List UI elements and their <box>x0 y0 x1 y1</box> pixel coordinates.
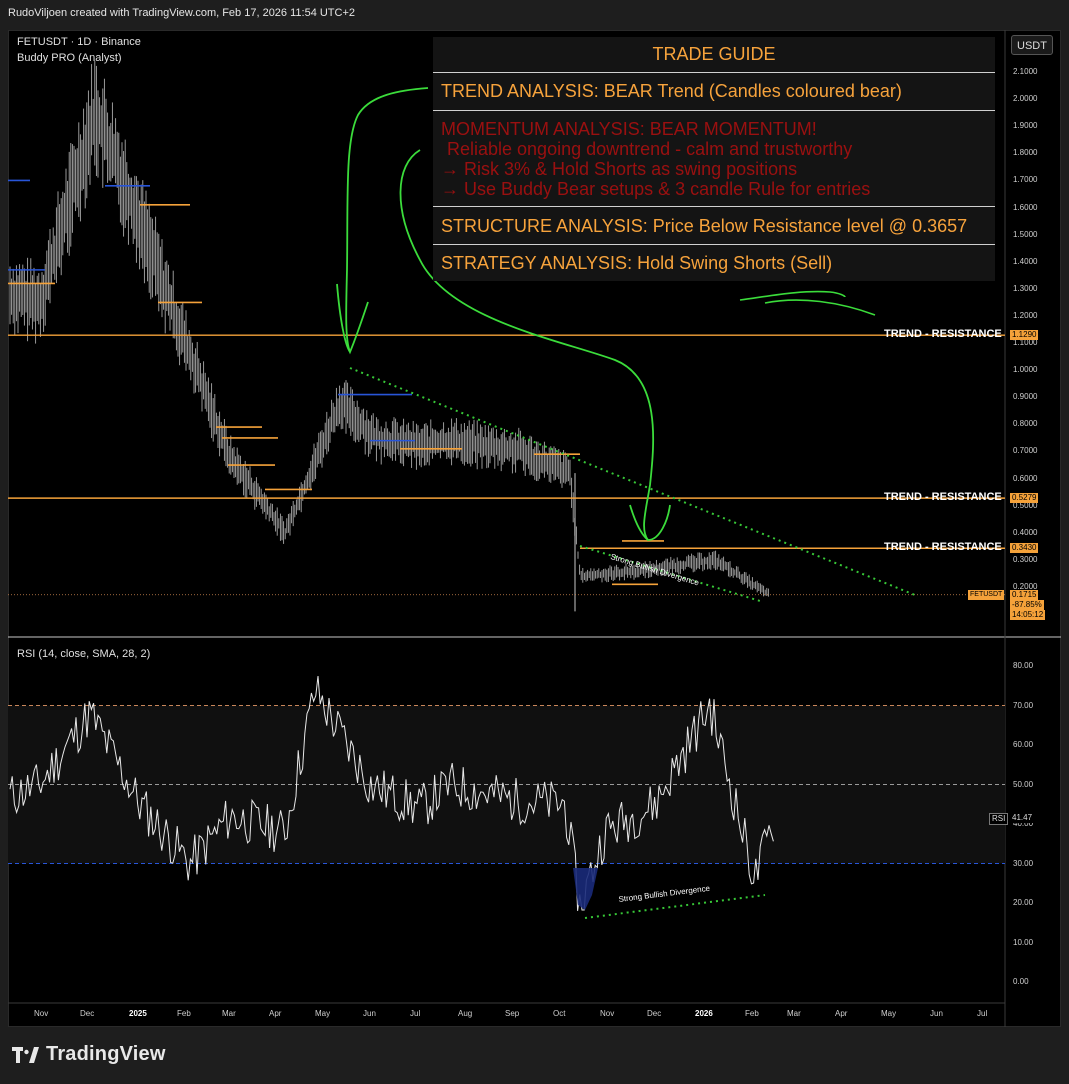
price-axis-tick: 1.8000 <box>1013 148 1038 158</box>
resistance-price-tag: 0.5279 <box>1010 493 1039 504</box>
time-axis-tick: Aug <box>458 1009 473 1018</box>
currency-button[interactable]: USDT <box>1011 35 1053 55</box>
trend-resistance-label: TREND - RESISTANCE <box>884 541 1002 554</box>
guide-momentum-row: MOMENTUM ANALYSIS: BEAR MOMENTUM! Reliab… <box>433 111 995 207</box>
guide-momentum-4: → Use Buddy Bear setups & 3 candle Rule … <box>441 179 871 199</box>
guide-momentum-2: Reliable ongoing downtrend - calm and tr… <box>447 139 853 159</box>
indicator-title: Buddy PRO (Analyst) <box>17 52 122 64</box>
price-axis-tick: 1.9000 <box>1013 121 1038 131</box>
guide-strategy: STRATEGY ANALYSIS: Hold Swing Shorts (Se… <box>441 253 833 273</box>
time-axis-tick: 2026 <box>695 1009 713 1018</box>
last-price-tag: 0.1715 <box>1010 589 1039 600</box>
price-axis-tick: 0.6000 <box>1013 473 1038 483</box>
last-price-countdown-tag: 14:05:12 <box>1010 609 1046 620</box>
rsi-axis-tick: 30.00 <box>1013 858 1034 868</box>
rsi-last-value: 41.47 <box>1010 813 1035 824</box>
time-axis-tick: 2025 <box>129 1009 147 1018</box>
price-axis-tick: 1.7000 <box>1013 175 1038 185</box>
time-axis-tick: Mar <box>222 1009 236 1018</box>
guide-trend-row: TREND ANALYSIS: BEAR Trend (Candles colo… <box>433 73 995 111</box>
guide-title-row: TRADE GUIDE <box>433 37 995 73</box>
price-axis-tick: 1.6000 <box>1013 202 1038 212</box>
guide-momentum-1: MOMENTUM ANALYSIS: BEAR MOMENTUM! <box>441 119 817 139</box>
time-axis-tick: Dec <box>80 1009 95 1018</box>
time-axis-tick: Jun <box>930 1009 943 1018</box>
price-axis-tick: 1.4000 <box>1013 256 1038 266</box>
time-axis-tick: Nov <box>34 1009 49 1018</box>
time-axis-tick: Jun <box>363 1009 376 1018</box>
time-axis-tick: May <box>881 1009 897 1018</box>
rsi-axis-tick: 10.00 <box>1013 937 1034 947</box>
price-axis-tick: 2.1000 <box>1013 67 1038 76</box>
tradingview-logo-icon <box>12 1046 39 1063</box>
trade-guide-panel: TRADE GUIDE TREND ANALYSIS: BEAR Trend (… <box>433 37 995 281</box>
resistance-price-tag: 0.3430 <box>1010 543 1039 554</box>
guide-structure: STRUCTURE ANALYSIS: Price Below Resistan… <box>441 216 968 236</box>
price-axis-tick: 1.3000 <box>1013 283 1038 293</box>
rsi-axis-tick: 20.00 <box>1013 898 1034 907</box>
rsi-axis-tick: 70.00 <box>1013 700 1034 710</box>
time-axis-tick: Feb <box>745 1009 759 1018</box>
time-axis-tick: Oct <box>553 1009 566 1018</box>
time-axis-tick: Apr <box>835 1009 848 1018</box>
price-axis-tick: 1.2000 <box>1013 310 1038 320</box>
time-axis-tick: May <box>315 1009 331 1018</box>
rsi-axis-tick: 80.00 <box>1013 661 1034 670</box>
price-axis-tick: 2.0000 <box>1013 94 1038 104</box>
trend-resistance-label: TREND - RESISTANCE <box>884 491 1002 504</box>
time-axis-tick: Jul <box>977 1009 988 1018</box>
last-price-change-tag: -87.85% <box>1010 599 1044 610</box>
symbol-title: FETUSDT · 1D · Binance <box>17 36 141 48</box>
annotation-scribble-2 <box>764 299 876 316</box>
guide-momentum-3: → Risk 3% & Hold Shorts as swing positio… <box>441 159 798 179</box>
price-axis-tick: 1.5000 <box>1013 229 1038 239</box>
resistance-price-tag: 1.1290 <box>1010 330 1039 341</box>
time-axis-tick: Feb <box>177 1009 191 1018</box>
price-axis-tick: 0.9000 <box>1013 392 1038 402</box>
price-axis-tick: 0.4000 <box>1013 527 1038 537</box>
time-axis-tick: Mar <box>787 1009 801 1018</box>
time-axis-tick: Apr <box>269 1009 282 1018</box>
last-price-symbol-tag: FETUSDT <box>968 589 1005 600</box>
time-axis-tick: Jul <box>410 1009 421 1018</box>
price-axis-tick: 0.8000 <box>1013 419 1038 429</box>
rsi-axis-tick: 60.00 <box>1013 740 1034 749</box>
rsi-last-label: RSI <box>989 813 1009 826</box>
time-axis-tick: Dec <box>647 1009 662 1018</box>
tradingview-logo[interactable]: TradingView <box>12 1043 166 1066</box>
guide-strategy-row: STRATEGY ANALYSIS: Hold Swing Shorts (Se… <box>433 245 995 281</box>
guide-title: TRADE GUIDE <box>652 44 776 64</box>
annotation-arrow-1 <box>345 87 429 355</box>
price-axis-tick: 0.3000 <box>1013 554 1038 564</box>
time-axis-tick: Nov <box>600 1009 615 1018</box>
price-axis-tick: 0.7000 <box>1013 446 1038 456</box>
rsi-oversold-fill <box>573 868 598 910</box>
time-axis-tick: Sep <box>505 1009 520 1018</box>
rsi-axis-tick: 50.00 <box>1013 779 1034 789</box>
trend-resistance-label: TREND - RESISTANCE <box>884 328 1002 341</box>
rsi-divergence-line <box>584 894 766 919</box>
rsi-title: RSI (14, close, SMA, 28, 2) <box>17 648 151 660</box>
rsi-axis-tick: 0.00 <box>1013 977 1029 986</box>
tradingview-logo-text: TradingView <box>46 1043 166 1065</box>
annotation-scribble-1 <box>739 290 846 301</box>
guide-structure-row: STRUCTURE ANALYSIS: Price Below Resistan… <box>433 207 995 245</box>
price-axis-tick: 1.0000 <box>1013 365 1038 375</box>
guide-trend: TREND ANALYSIS: BEAR Trend (Candles colo… <box>441 81 902 101</box>
